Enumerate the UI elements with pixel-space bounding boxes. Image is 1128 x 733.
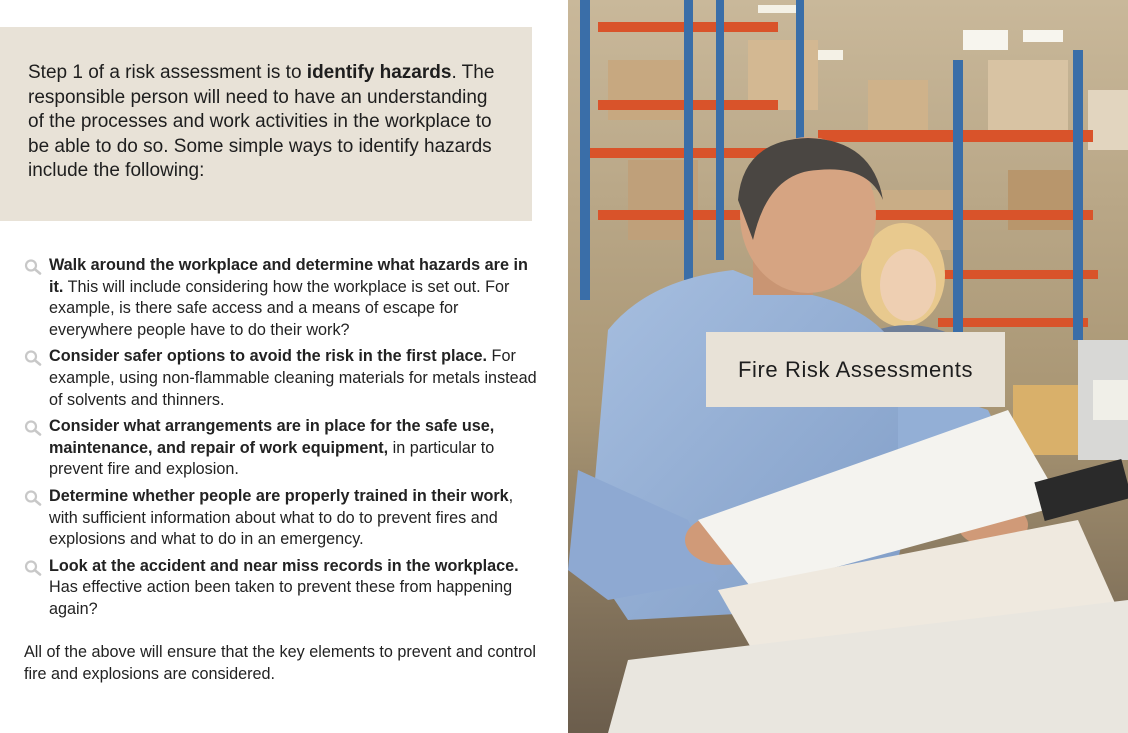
- list-item: Look at the accident and near miss recor…: [22, 556, 537, 621]
- text-panel: Step 1 of a risk assessment is to identi…: [0, 0, 568, 733]
- magnifier-icon: [24, 420, 42, 436]
- item-text: This will include considering how the wo…: [49, 277, 510, 339]
- item-text: Has effective action been taken to preve…: [49, 578, 513, 618]
- list-item: Consider safer options to avoid the risk…: [22, 346, 537, 411]
- intro-box: Step 1 of a risk assessment is to identi…: [0, 27, 532, 221]
- page-title: Fire Risk Assessments: [706, 332, 1005, 407]
- closing-paragraph: All of the above will ensure that the ke…: [24, 643, 537, 683]
- magnifier-icon: [24, 350, 42, 367]
- magnifier-icon: [24, 259, 42, 275]
- hazard-list: Walk around the workplace and determine …: [22, 255, 537, 626]
- intro-paragraph: Step 1 of a risk assessment is to identi…: [28, 61, 502, 184]
- intro-pre: Step 1 of a risk assessment is to: [28, 62, 307, 83]
- item-bold: Look at the accident and near miss recor…: [49, 556, 519, 575]
- intro-bold: identify hazards: [306, 62, 452, 83]
- list-item: Consider what arrangements are in place …: [22, 416, 537, 481]
- item-bold: Consider safer options to avoid the risk…: [49, 347, 488, 366]
- item-bold: Determine whether people are properly tr…: [49, 486, 509, 505]
- magnifier-icon: [24, 490, 42, 506]
- list-item: Walk around the workplace and determine …: [22, 255, 537, 341]
- magnifier-icon: [24, 560, 42, 576]
- list-item: Determine whether people are properly tr…: [22, 486, 537, 551]
